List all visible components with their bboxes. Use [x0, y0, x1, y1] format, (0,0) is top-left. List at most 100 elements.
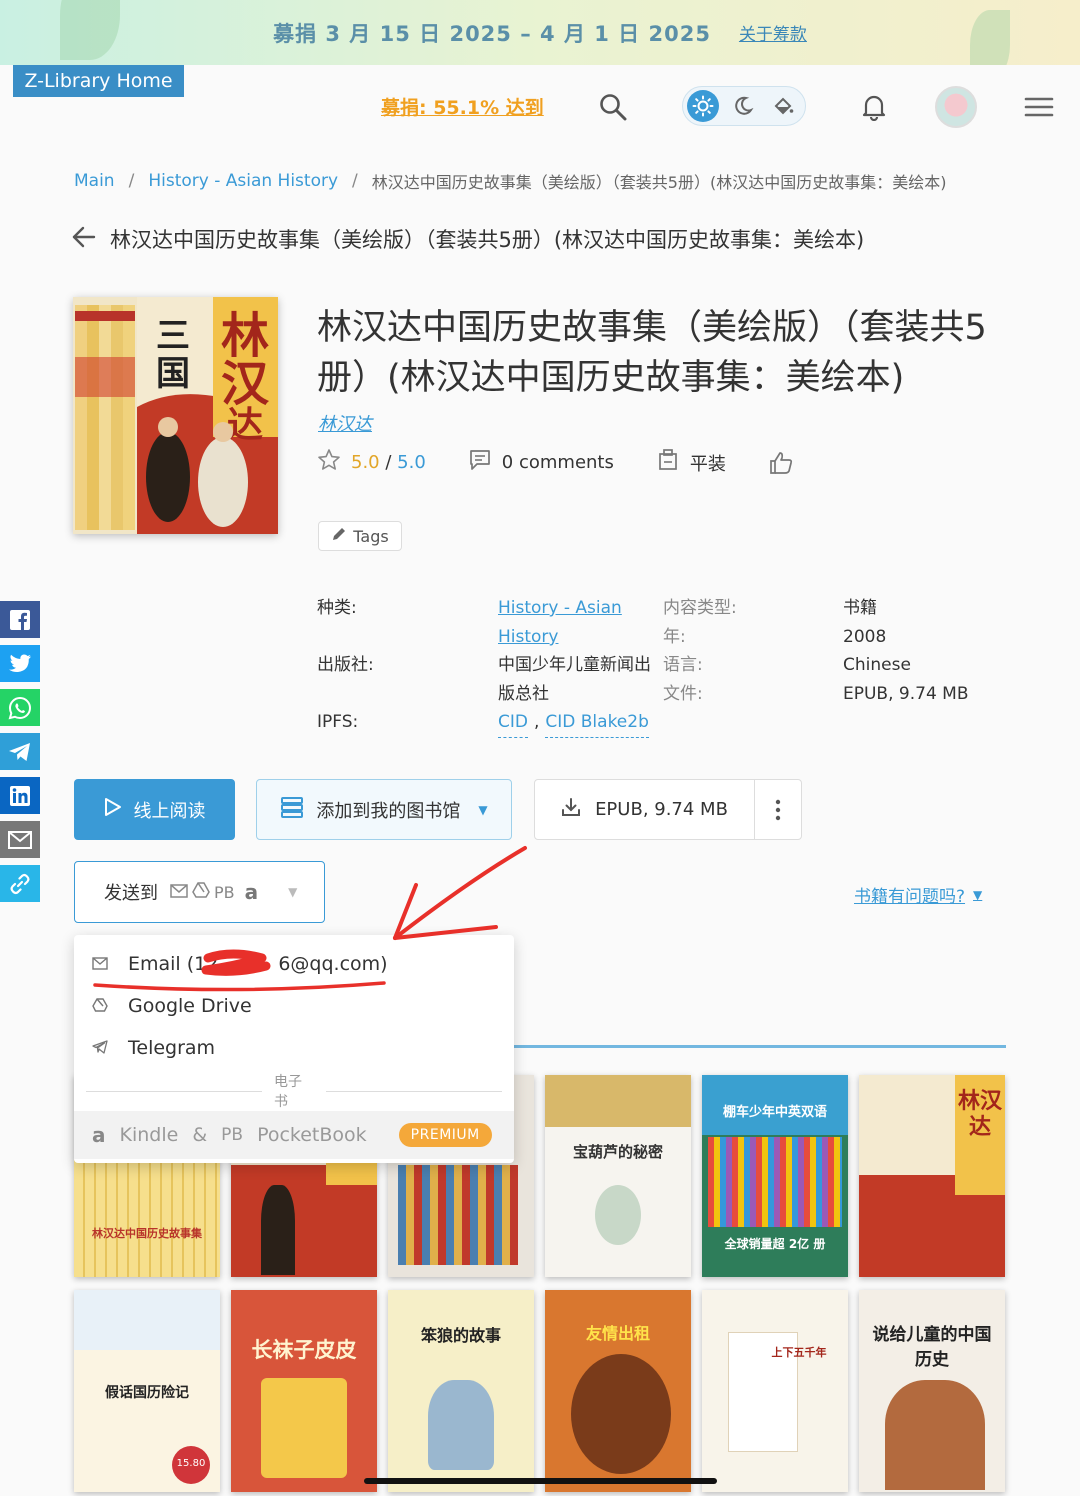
related-book[interactable]: 假话国历险记 15.80: [74, 1290, 220, 1492]
rating-value: 5.0: [351, 452, 380, 473]
amazon-icon: a: [244, 880, 259, 904]
breadcrumb-main[interactable]: Main: [74, 171, 115, 191]
linkedin-icon[interactable]: [0, 777, 40, 814]
download-button[interactable]: EPUB, 9.74 MB: [535, 780, 755, 839]
book-problem-link[interactable]: 书籍有问题吗? ▼: [854, 882, 982, 907]
related-book[interactable]: 笨狼的故事: [388, 1290, 534, 1492]
related-book[interactable]: 棚车少年中英双语 全球销量超 2亿 册: [702, 1075, 848, 1277]
rating[interactable]: 5.0 / 5.0: [317, 448, 426, 477]
link-icon[interactable]: [0, 865, 40, 902]
binding-icon: [656, 448, 680, 477]
ipfs-blake-link[interactable]: CID Blake2b: [545, 708, 649, 738]
hamburger-menu-icon[interactable]: [1022, 92, 1056, 122]
prop-publisher-value: 中国少年儿童新闻出版总社: [498, 655, 651, 704]
related-book[interactable]: 长袜子皮皮: [231, 1290, 377, 1492]
book-caption: 林汉达中国历史故事集: [92, 1227, 202, 1240]
search-icon[interactable]: [596, 90, 630, 124]
binding-label: 平装: [689, 453, 726, 475]
leaf-decoration: [970, 10, 1010, 65]
prop-ipfs-label: IPFS:: [317, 712, 359, 732]
problem-label: 书籍有问题吗?: [854, 887, 966, 907]
home-link[interactable]: Z-Library Home: [13, 65, 184, 97]
dropdown-item-telegram[interactable]: Telegram: [74, 1028, 514, 1068]
tags-label: Tags: [353, 526, 389, 546]
twitter-icon[interactable]: [0, 645, 40, 682]
prop-content-type-label: 内容类型:: [663, 598, 737, 618]
google-drive-label: Google Drive: [128, 995, 252, 1017]
email-icon[interactable]: [0, 821, 40, 858]
back-arrow-icon[interactable]: [72, 226, 96, 252]
read-online-button[interactable]: 线上阅读: [74, 779, 235, 840]
ipfs-cid-link[interactable]: CID: [498, 708, 528, 738]
telegram-label: Telegram: [128, 1037, 216, 1059]
send-to-label: 发送到: [104, 883, 158, 904]
breadcrumb-category[interactable]: History - Asian History: [148, 171, 338, 191]
author-link[interactable]: 林汉达: [318, 410, 372, 436]
rating-separator: /: [379, 452, 398, 473]
book-caption: 长袜子皮皮: [251, 1338, 357, 1362]
add-to-library-button[interactable]: 添加到我的图书馆 ▼: [256, 779, 512, 840]
dropdown-item-google-drive[interactable]: Google Drive: [74, 986, 514, 1026]
amazon-icon: a: [92, 1123, 106, 1147]
breadcrumb-current: 林汉达中国历史故事集（美绘版）（套装共5册）(林汉达中国历史故事集：美绘本): [371, 173, 947, 192]
tags-button[interactable]: Tags: [318, 521, 402, 551]
telegram-icon[interactable]: [0, 733, 40, 770]
prop-language-label: 语言:: [663, 655, 703, 675]
pencil-icon: [331, 526, 347, 546]
related-book[interactable]: 友情出租: [545, 1290, 691, 1492]
caret-down-icon: ▼: [288, 885, 298, 899]
category-link[interactable]: History - Asian History: [498, 598, 622, 647]
email-label-end: 6@qq.com): [278, 953, 388, 975]
prop-file-value: EPUB, 9.74 MB: [843, 684, 969, 704]
facebook-icon[interactable]: [0, 601, 40, 638]
banner-link[interactable]: 关于筹款: [739, 20, 807, 45]
moon-icon[interactable]: [727, 90, 759, 122]
whatsapp-icon[interactable]: [0, 689, 40, 726]
book-caption: 全球销量超 2亿 册: [724, 1237, 826, 1251]
dropdown-section-ebook: 电子书: [74, 1074, 514, 1110]
back-row: 林汉达中国历史故事集（美绘版）（套装共5册）(林汉达中国历史故事集：美绘本): [72, 224, 864, 254]
breadcrumb: Main / History - Asian History / 林汉达中国历史…: [74, 169, 946, 193]
send-pb-label: PB: [214, 882, 235, 902]
ipfs-comma: ,: [533, 712, 540, 732]
comments-count: 0 comments: [501, 452, 614, 473]
paint-bucket-icon[interactable]: [767, 90, 799, 122]
comments[interactable]: 0 comments: [468, 448, 614, 477]
amp-label: &: [192, 1124, 208, 1146]
read-online-label: 线上阅读: [133, 800, 206, 822]
book-caption: 上下五千年: [771, 1346, 827, 1359]
bell-icon[interactable]: [857, 90, 891, 124]
related-book[interactable]: 说给儿童的中国历史: [859, 1290, 1005, 1492]
prop-year-label: 年:: [663, 627, 686, 647]
dropdown-item-email[interactable]: Email (12 6@qq.com): [74, 944, 514, 984]
book-price: 15.80: [176, 1458, 206, 1469]
book-caption: 假话国历险记: [105, 1385, 189, 1401]
caret-down-icon: ▼: [973, 887, 983, 902]
avatar[interactable]: [935, 86, 977, 128]
sun-icon[interactable]: [687, 90, 719, 122]
related-book[interactable]: 宝葫芦的秘密: [545, 1075, 691, 1277]
prop-category-label: 种类:: [317, 598, 357, 618]
premium-badge: PREMIUM: [398, 1123, 492, 1147]
thumbs-up-icon[interactable]: [768, 450, 794, 476]
breadcrumb-separator: /: [128, 171, 135, 191]
book-cover[interactable]: 林 汉 达 三 国: [73, 297, 278, 534]
book-caption: 说给儿童的中国历史: [872, 1325, 992, 1370]
related-book[interactable]: 林汉达: [859, 1075, 1005, 1277]
donate-link[interactable]: 募捐: 55.1% 达到: [381, 93, 544, 120]
send-to-button[interactable]: 发送到 PB a ▼: [74, 861, 325, 923]
book-caption: 友情出租: [585, 1324, 650, 1343]
pb-label: PB: [221, 1125, 244, 1145]
dropdown-item-kindle-pocketbook[interactable]: a Kindle & PB PocketBook PREMIUM: [74, 1111, 514, 1159]
leaf-decoration: [60, 0, 120, 60]
email-icon: [92, 953, 108, 975]
kebab-icon[interactable]: [755, 798, 801, 822]
section-divider: [500, 1045, 1006, 1048]
page-title: 林汉达中国历史故事集（美绘版）（套装共5册）(林汉达中国历史故事集：美绘本): [110, 228, 865, 252]
comment-icon: [468, 448, 492, 477]
book-caption: 棚车少年中英双语: [722, 1105, 827, 1120]
download-icon: [561, 797, 581, 822]
theme-switch[interactable]: [682, 86, 806, 126]
related-book[interactable]: 上下五千年: [702, 1290, 848, 1492]
prop-year-value: 2008: [843, 627, 887, 647]
